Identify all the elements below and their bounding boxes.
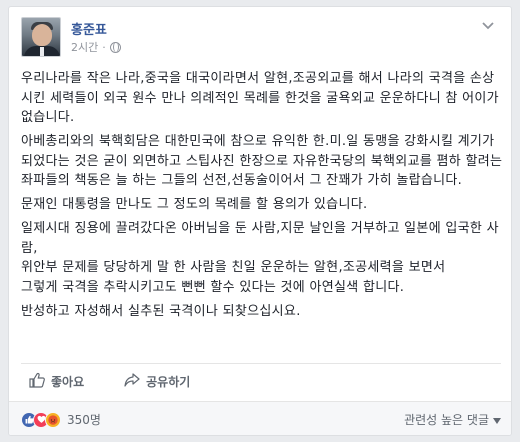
post-time[interactable]: 2시간 (71, 39, 98, 55)
thumbs-up-icon (29, 372, 45, 391)
author-name[interactable]: 홍준표 (71, 19, 107, 38)
angry-reaction-icon (45, 411, 61, 428)
separator-dot: · (102, 40, 106, 54)
avatar[interactable] (21, 17, 61, 57)
post-paragraph-1: 우리나라를 작은 나라,중국을 대국이라면서 알현,조공외교를 해서 나라의 국… (21, 71, 499, 125)
post-header: 홍준표 2시간 · (21, 17, 501, 61)
chevron-down-icon[interactable] (481, 21, 495, 35)
comment-sort-label: 관련성 높은 댓글 (404, 413, 489, 427)
share-button[interactable]: 공유하기 (124, 372, 190, 391)
reaction-icons[interactable] (21, 411, 61, 428)
globe-icon (109, 41, 121, 53)
post-paragraph-2: 아베총리와의 북핵회담은 대한민국에 참으로 유익한 한.미.일 동맹을 강화시… (21, 134, 503, 188)
action-bar: 좋아요 공유하기 (21, 363, 501, 399)
like-label: 좋아요 (51, 375, 85, 389)
reactions-bar: 350명 관련성 높은 댓글 (9, 401, 511, 435)
post-paragraph-4: 일제시대 징용에 끌려갔다온 아버님을 둔 사람,지문 날인을 거부하고 일본에… (21, 221, 499, 295)
comment-sort-dropdown[interactable]: 관련성 높은 댓글 (404, 411, 501, 428)
post-card: 홍준표 2시간 · 우리나라를 작은 나라,중국을 대국이라면서 알현,조공외교… (8, 6, 512, 436)
caret-down-icon (493, 413, 501, 427)
like-button[interactable]: 좋아요 (29, 372, 84, 391)
post-paragraph-5: 반성하고 자성해서 실추된 국격이나 되찾으십시요. (21, 303, 301, 319)
share-icon (124, 372, 140, 391)
post-paragraph-3: 문재인 대통령을 만나도 그 정도의 목례를 할 용의가 있습니다. (21, 197, 368, 212)
post-body: 우리나라를 작은 나라,중국을 대국이라면서 알현,조공외교를 해서 나라의 국… (21, 69, 503, 326)
reaction-count[interactable]: 350명 (67, 411, 101, 428)
post-meta: 2시간 · (71, 39, 121, 55)
share-label: 공유하기 (146, 375, 191, 389)
